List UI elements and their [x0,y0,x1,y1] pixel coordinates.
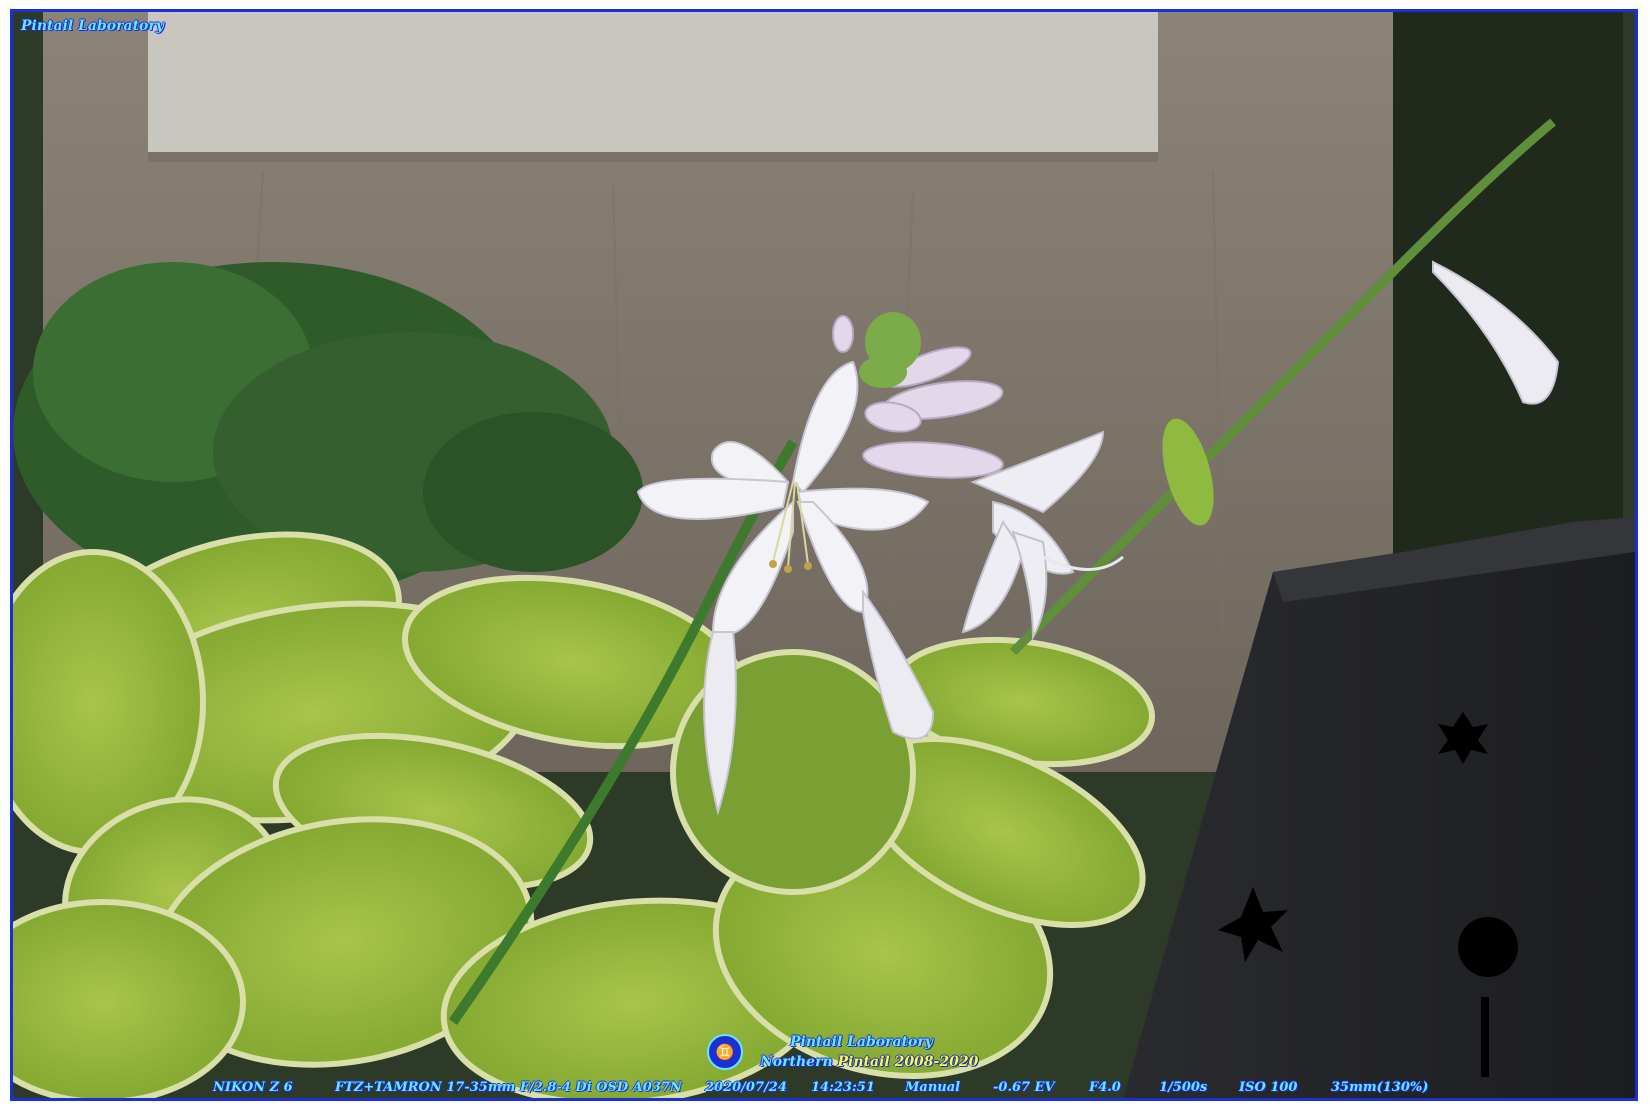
exif-ev: -0.67 EV [993,1080,1055,1095]
exif-lens: FTZ+TAMRON 17-35mm F/2.8-4 Di OSD A037N [335,1080,682,1095]
credit-prefix: Northern [760,1054,833,1070]
photo-frame: Pintail Laboratory ♊ Pintail Laboratory … [10,9,1638,1101]
exif-aperture: F4.0 [1089,1080,1121,1095]
exif-mode: Manual [905,1080,961,1095]
watermark-top: Pintail Laboratory [21,18,164,34]
hosta-flower-photo [13,12,1635,1098]
credit-highlight: Pintail 2008-2020 [837,1054,979,1070]
exif-focal: 35mm(130%) [1331,1080,1429,1095]
exif-bar: NIKON Z 6 FTZ+TAMRON 17-35mm F/2.8-4 Di … [13,1080,1635,1098]
credit-line-1: Pintail Laboratory [790,1034,933,1050]
exif-iso: ISO 100 [1239,1080,1298,1095]
exif-camera: NIKON Z 6 [213,1080,293,1095]
exif-shutter: 1/500s [1159,1080,1208,1095]
exif-time: 14:23:51 [811,1080,875,1095]
gemini-logo-icon: ♊ [707,1034,743,1070]
exif-date: 2020/07/24 [705,1080,787,1095]
credit-line-2: Northern Pintail 2008-2020 [760,1054,978,1070]
